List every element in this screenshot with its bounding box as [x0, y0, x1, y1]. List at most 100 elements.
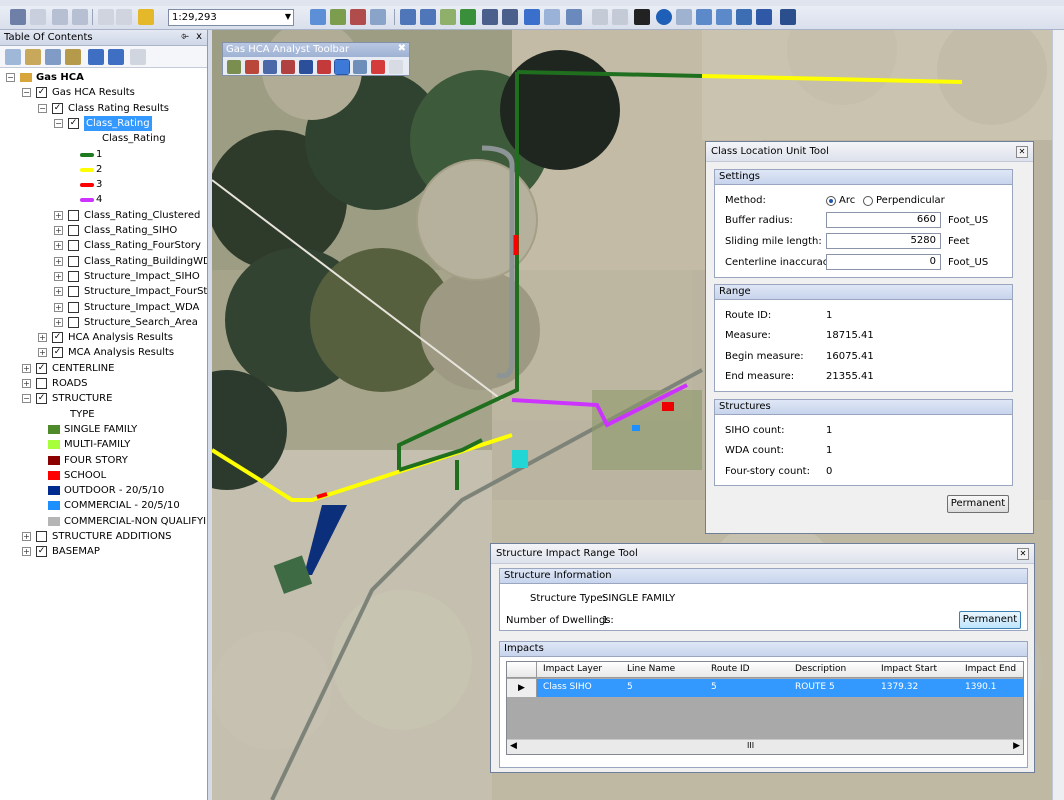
layer-name[interactable]: Gas HCA	[36, 70, 84, 85]
search-area-icon[interactable]	[353, 60, 367, 74]
layer-name[interactable]: Class_Rating_FourStory	[84, 238, 201, 253]
method-arc-radio[interactable]	[826, 196, 836, 206]
toc-row[interactable]: + Class_Rating_SIHO	[0, 223, 207, 238]
layer-name[interactable]: Class_Rating	[84, 115, 152, 131]
options-icon[interactable]	[130, 49, 146, 65]
select-features-icon[interactable]	[566, 9, 582, 25]
select-elements-icon[interactable]	[612, 9, 628, 25]
permanent-button[interactable]: Permanent	[959, 611, 1021, 629]
collapse-icon[interactable]: −	[54, 118, 63, 128]
class-unit-icon[interactable]	[334, 59, 350, 75]
html-popup-icon[interactable]	[696, 9, 712, 25]
buffer-radius-input[interactable]: 660	[826, 212, 941, 228]
delete-results-icon[interactable]	[371, 60, 385, 74]
report-icon[interactable]	[389, 60, 403, 74]
pan-icon[interactable]	[440, 9, 456, 25]
expand-icon[interactable]: +	[54, 241, 63, 251]
toc-row[interactable]: 1	[0, 147, 207, 162]
cut-icon[interactable]	[30, 9, 46, 25]
layer-visibility-checkbox[interactable]: ✓	[52, 332, 63, 344]
expand-icon[interactable]: +	[54, 287, 63, 297]
route-icon[interactable]	[756, 9, 772, 25]
layer-name[interactable]: STRUCTURE	[52, 391, 112, 406]
layer-visibility-checkbox[interactable]	[68, 209, 79, 221]
column-header[interactable]: Impact Layer	[543, 664, 602, 674]
layer-visibility-checkbox[interactable]: ✓	[52, 347, 63, 359]
layer-name[interactable]: STRUCTURE ADDITIONS	[52, 529, 172, 544]
list-by-source-icon[interactable]	[25, 49, 41, 65]
layer-visibility-checkbox[interactable]: ✓	[52, 102, 63, 114]
toc-row[interactable]: + Structure_Impact_FourStory	[0, 284, 207, 299]
column-header[interactable]: Description	[795, 664, 846, 674]
list-by-visibility-icon[interactable]	[45, 49, 61, 65]
toc-row[interactable]: TYPE	[0, 407, 207, 422]
toc-row[interactable]: COMMERCIAL - 20/5/10	[0, 498, 207, 513]
toc-row[interactable]: MULTI-FAMILY	[0, 437, 207, 452]
dialog-title-bar[interactable]: Class Location Unit Tool ✕	[706, 142, 1033, 162]
layer-name[interactable]: Structure_Impact_FourStory	[84, 284, 207, 299]
redo-icon[interactable]	[116, 9, 132, 25]
editor-icon[interactable]	[310, 9, 326, 25]
undo-icon[interactable]	[98, 9, 114, 25]
column-header[interactable]: Impact End	[965, 664, 1016, 674]
expand-icon[interactable]: +	[38, 348, 47, 358]
hca-analysis-icon[interactable]	[245, 60, 259, 74]
sc-icon[interactable]	[88, 49, 104, 65]
impacts-horizontal-scrollbar[interactable]: ◀ III ▶	[507, 739, 1023, 754]
expand-icon[interactable]: +	[54, 271, 63, 281]
layer-visibility-checkbox[interactable]: ✓	[36, 87, 47, 99]
layer-visibility-checkbox[interactable]	[68, 255, 79, 267]
pipeline-icon[interactable]	[299, 60, 313, 74]
layer-visibility-checkbox[interactable]: ✓	[36, 393, 47, 405]
layer-name[interactable]: BASEMAP	[52, 544, 100, 559]
toc-row[interactable]: 4	[0, 192, 207, 207]
toc-row[interactable]: − ✓ Class_Rating	[0, 115, 207, 131]
scroll-left-icon[interactable]: ◀	[510, 741, 517, 751]
back-extent-icon[interactable]	[524, 9, 540, 25]
structure-icon[interactable]	[281, 60, 295, 74]
layer-name[interactable]: Class_Rating_Clustered	[84, 208, 200, 223]
layer-name[interactable]: Structure_Impact_WDA	[84, 300, 199, 315]
toc-row[interactable]: + ROADS	[0, 376, 207, 391]
expand-icon[interactable]: +	[54, 302, 63, 312]
layer-name[interactable]: MCA Analysis Results	[68, 345, 174, 360]
impact-range-icon[interactable]	[317, 60, 331, 74]
layer-visibility-checkbox[interactable]	[68, 286, 79, 298]
toc-row[interactable]: + Structure_Impact_WDA	[0, 300, 207, 315]
layer-visibility-checkbox[interactable]	[68, 270, 79, 282]
catalog-icon[interactable]	[330, 9, 346, 25]
toc-row[interactable]: OUTDOOR - 20/5/10	[0, 483, 207, 498]
row-selector-icon[interactable]: ▶	[507, 679, 537, 697]
toc-row[interactable]: SINGLE FAMILY	[0, 422, 207, 437]
column-header[interactable]: Impact Start	[881, 664, 937, 674]
toc-row[interactable]: + Class_Rating_FourStory	[0, 238, 207, 253]
layer-visibility-checkbox[interactable]: ✓	[68, 117, 79, 129]
dialog-title-bar[interactable]: Structure Impact Range Tool ✕	[491, 544, 1034, 564]
collapse-icon[interactable]: −	[6, 73, 15, 82]
pointer-icon[interactable]	[634, 9, 650, 25]
paste-icon[interactable]	[72, 9, 88, 25]
fixed-zoom-out-icon[interactable]	[502, 9, 518, 25]
add-data-icon[interactable]	[138, 9, 154, 25]
map-vertical-scrollbar[interactable]	[1052, 30, 1064, 800]
class-location-tool-icon[interactable]	[227, 60, 241, 74]
layer-visibility-checkbox[interactable]	[36, 378, 47, 389]
clear-selection-icon[interactable]	[592, 9, 608, 25]
expand-icon[interactable]: +	[54, 256, 63, 266]
permanent-button[interactable]: Permanent	[947, 495, 1009, 513]
zoom-out-icon[interactable]	[420, 9, 436, 25]
layer-visibility-checkbox[interactable]: ✓	[36, 546, 47, 558]
measure-icon[interactable]	[716, 9, 732, 25]
layer-name[interactable]: HCA Analysis Results	[68, 330, 173, 345]
toc-row[interactable]: − ✓ STRUCTURE	[0, 391, 207, 406]
expand-icon[interactable]: +	[22, 363, 31, 373]
fixed-zoom-in-icon[interactable]	[482, 9, 498, 25]
sliding-mile-input[interactable]: 5280	[826, 233, 941, 249]
pin-icon[interactable]: ⌱	[181, 31, 189, 42]
layer-name[interactable]: Class Rating Results	[68, 101, 169, 116]
layer-name[interactable]: Class_Rating_SIHO	[84, 223, 177, 238]
toc-row[interactable]: 2	[0, 162, 207, 177]
layer-name[interactable]: Gas HCA Results	[52, 85, 135, 100]
copy-icon[interactable]	[52, 9, 68, 25]
layer-name[interactable]: ROADS	[52, 376, 88, 391]
